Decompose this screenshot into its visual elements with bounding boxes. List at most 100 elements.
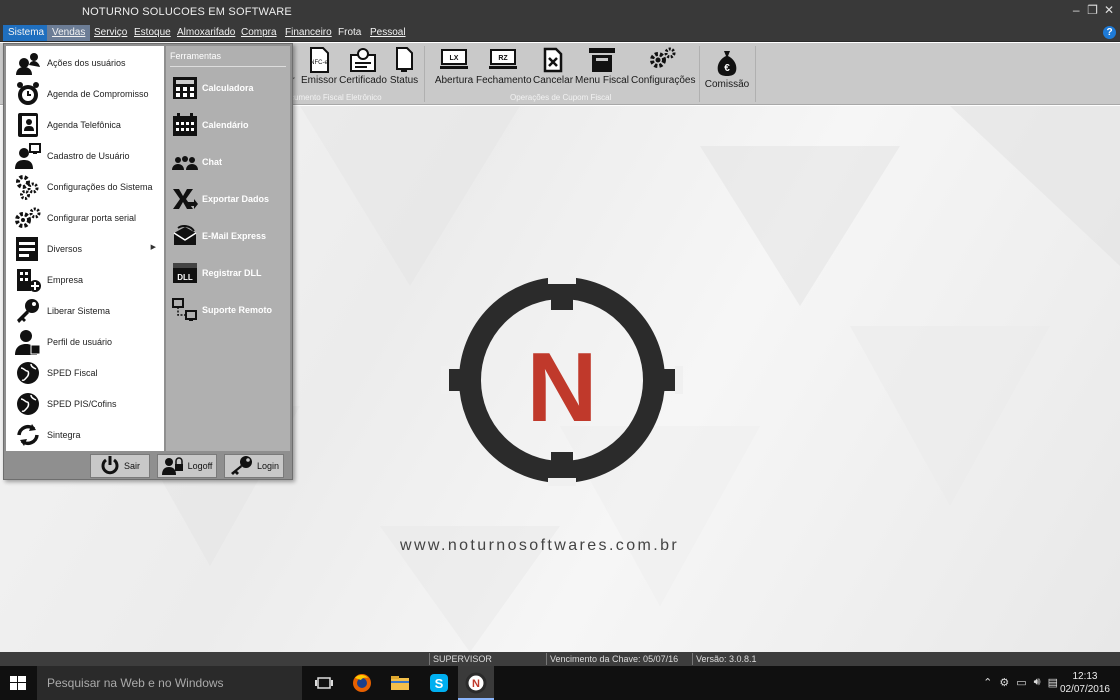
ribbon-label: Certificado [339,75,387,86]
configuracoes-button[interactable]: Configurações [631,47,695,89]
users-action-icon [14,50,42,76]
dll-icon: DLL [171,261,199,285]
export-icon [171,187,199,211]
menu-item-cadastro-usuario[interactable]: Cadastro de Usuário [6,140,164,171]
menu-item-perfil-usuario[interactable]: Perfil de usuário [6,326,164,357]
notification-icon[interactable]: ▤ [1048,676,1058,689]
menu-item-sped-pis-cofins[interactable]: SPED PIS/Cofins [6,388,164,419]
volume-icon[interactable]: 🔊︎ [1034,676,1041,689]
menu-item-label: Ações dos usuários [47,57,126,68]
fechamento-button[interactable]: RZ Fechamento [476,47,532,89]
taskbar-clock[interactable]: 12:13 02/07/2016 [1060,670,1110,696]
login-button[interactable]: Login [224,454,284,478]
windows-start-icon[interactable] [10,676,26,693]
login-label: Login [256,461,280,471]
menu-compra[interactable]: Compra [236,25,282,41]
taskbar-app-noturno[interactable]: N [458,666,494,700]
clock-time: 12:13 [1072,671,1098,682]
misc-icon [14,236,42,262]
window-title: NOTURNO SOLUCOES EM SOFTWARE [82,6,292,18]
help-icon[interactable]: ? [1103,26,1116,39]
task-view-icon[interactable] [313,672,335,694]
sair-button[interactable]: Sair [90,454,150,478]
menu-item-configuracoes-sistema[interactable]: Configurações do Sistema [6,171,164,202]
ribbon-label: Fechamento [476,75,532,86]
menu-item-sintegra[interactable]: Sintegra [6,419,164,450]
menu-financeiro[interactable]: Financeiro [280,25,337,41]
tool-label: Registrar DLL [202,268,262,278]
sistema-menu-list: Ações dos usuários Agenda de Compromisso… [6,46,164,451]
skype-icon[interactable]: S [428,672,450,694]
website-url: www.noturnosoftwares.com.br [400,537,680,554]
ribbon-label: Emissor [300,75,338,86]
menu-item-agenda-telefonica[interactable]: Agenda Telefônica [6,109,164,140]
menu-item-sped-fiscal[interactable]: SPED Fiscal [6,357,164,388]
taskbar-search-input[interactable]: Pesquisar na Web e no Windows [37,666,302,700]
cancelar-button[interactable]: Cancelar [533,47,573,89]
logoff-label: Logoff [187,461,213,471]
menu-item-label: Agenda Telefônica [47,119,121,130]
login-key-icon [229,455,253,477]
menu-servico[interactable]: Serviço [89,25,132,41]
menu-item-acoes-usuarios[interactable]: Ações dos usuários [6,47,164,78]
calendar-icon [171,113,199,137]
menu-item-porta-serial[interactable]: Configurar porta serial [6,202,164,233]
tool-calculadora[interactable]: Calculadora [166,73,290,103]
tool-label: Exportar Dados [202,194,270,204]
comissao-button[interactable]: € Comissão [704,49,750,91]
status-button[interactable]: Status [389,47,419,89]
windows-taskbar: Pesquisar na Web e no Windows S N ⌃ ⚙ ▭ … [0,666,1120,700]
tool-label: Calendário [202,120,249,130]
status-bar: SUPERVISOR Vencimento da Chave: 05/07/16… [0,652,1120,666]
menu-fiscal-button[interactable]: Menu Fiscal [575,47,629,89]
sistema-dropdown-menu: Ações dos usuários Agenda de Compromisso… [3,43,293,480]
minimize-button[interactable]: – [1071,3,1081,17]
tool-label: Chat [202,157,222,167]
menu-almoxarifado[interactable]: Almoxarifado [172,25,240,41]
menu-item-label: Configurar porta serial [47,212,137,223]
menu-item-label: Agenda de Compromisso [47,88,149,99]
remote-support-icon [171,298,199,322]
phone-book-icon [14,112,42,138]
menu-item-label: SPED Fiscal [47,367,98,378]
sync-icon [14,422,42,448]
ribbon-label: Status [389,75,419,86]
tray-app-icon[interactable]: ⚙ [999,676,1009,689]
network-icon[interactable]: ▭ [1016,676,1026,689]
menu-item-agenda-compromisso[interactable]: Agenda de Compromisso [6,78,164,109]
building-icon [14,267,42,293]
menu-sistema[interactable]: Sistema [3,25,50,41]
menu-pessoal[interactable]: Pessoal [365,25,411,41]
restore-button[interactable]: ❐ [1087,3,1098,17]
menu-frota[interactable]: Frota [333,25,366,41]
clock-date: 02/07/2016 [1059,684,1110,695]
tray-expand-icon[interactable]: ⌃ [983,676,992,689]
firefox-icon[interactable] [351,672,373,694]
ribbon-label: Cancelar [533,75,574,86]
status-icon [389,47,419,73]
emissor-button[interactable]: NFC-e Emissor [300,47,338,89]
user-profile-icon [14,329,42,355]
menu-item-liberar-sistema[interactable]: Liberar Sistema [6,295,164,326]
logoff-button[interactable]: Logoff [157,454,217,478]
abertura-button[interactable]: LX Abertura [434,47,474,89]
svg-text:LX: LX [450,55,459,62]
menu-item-empresa[interactable]: Empresa [6,264,164,295]
group-label-nfe: cumento Fiscal Eletrônico [290,93,382,102]
tool-exportar-dados[interactable]: Exportar Dados [166,184,290,214]
ribbon-separator [424,46,425,102]
tool-chat[interactable]: Chat [166,147,290,177]
file-explorer-icon[interactable] [389,672,411,694]
tool-suporte-remoto[interactable]: Suporte Remoto [166,295,290,325]
tool-registrar-dll[interactable]: DLL Registrar DLL [166,258,290,288]
menu-estoque[interactable]: Estoque [129,25,176,41]
globe2-icon [14,391,42,417]
tool-calendario[interactable]: Calendário [166,110,290,140]
certificado-button[interactable]: Certificado [339,47,387,89]
close-button[interactable]: ✕ [1104,3,1114,17]
svg-text:€: € [724,63,730,74]
menu-item-diversos[interactable]: Diversos ▶ [6,233,164,264]
menu-vendas[interactable]: Vendas [47,25,91,41]
noturno-app-icon: N [465,672,487,694]
tool-email-express[interactable]: E-Mail Express [166,221,290,251]
